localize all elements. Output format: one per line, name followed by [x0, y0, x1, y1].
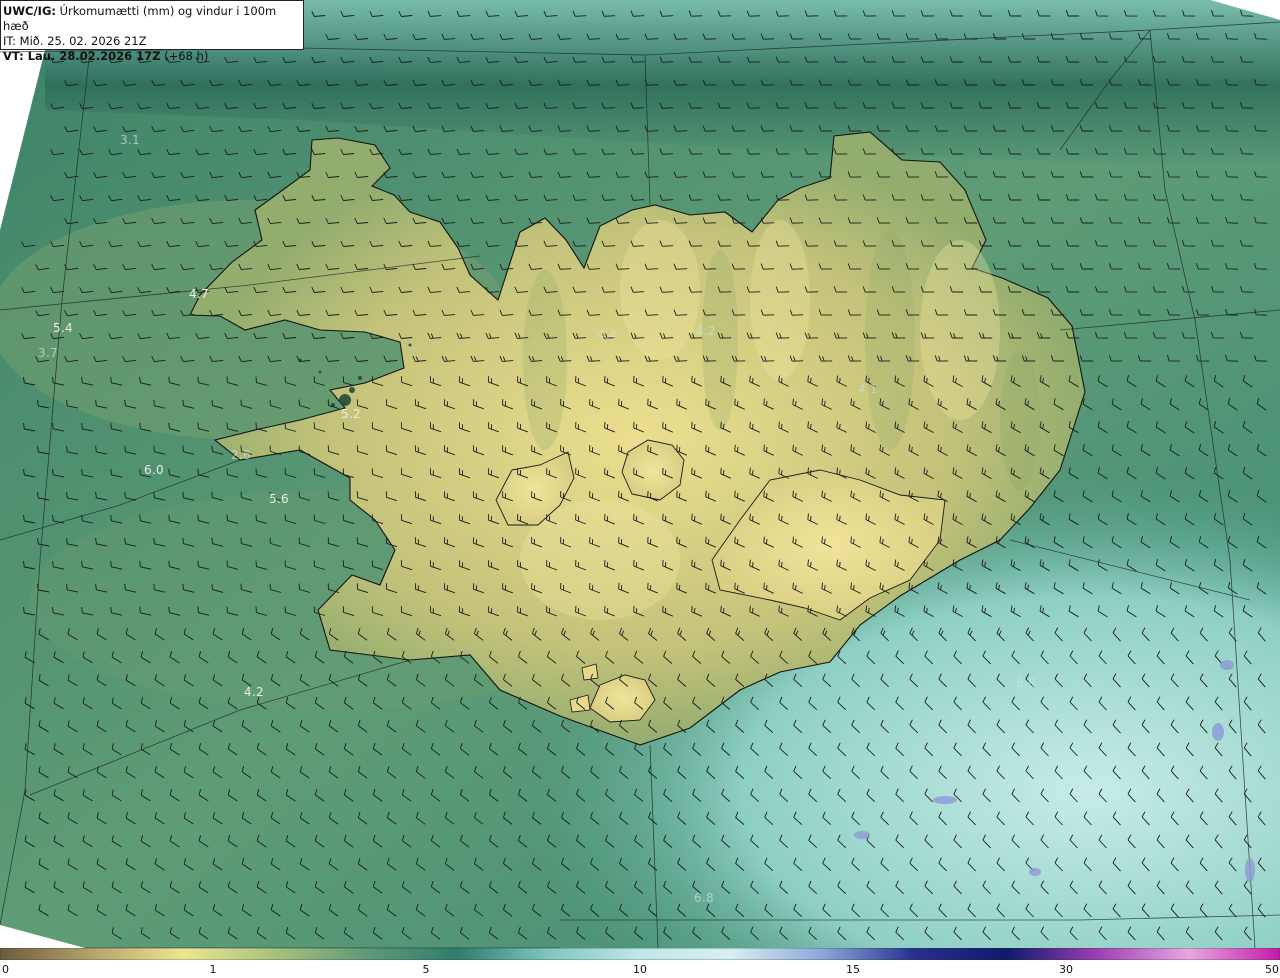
- value-label: 4.2: [696, 324, 716, 338]
- precipitation-colorbar: [0, 948, 1280, 960]
- value-label: 6.9: [1016, 676, 1036, 690]
- value-label: 6.8: [694, 891, 714, 905]
- value-label: 3.7: [38, 346, 58, 360]
- issue-time: IT: Mið. 25. 02. 2026 21Z: [3, 34, 147, 48]
- lead-time: (+68 h): [164, 49, 209, 63]
- precipitation-wind-map: [0, 0, 1280, 948]
- value-label: 4.7: [189, 287, 209, 301]
- value-label: 4.2: [244, 685, 264, 699]
- value-label: 5.4: [53, 321, 73, 335]
- title-line: UWC/IG: Úrkomumætti (mm) og vindur i 100…: [3, 4, 303, 34]
- value-label: 6.0: [144, 463, 164, 477]
- colorbar-tick: 50: [1265, 963, 1279, 976]
- value-label: 5.2: [341, 407, 361, 421]
- colorbar-tick: 10: [633, 963, 647, 976]
- map-title-box: UWC/IG: Úrkomumætti (mm) og vindur i 100…: [0, 0, 304, 63]
- colorbar-tick: 30: [1059, 963, 1073, 976]
- valid-time: VT: Lau. 28.02.2026 17Z: [3, 49, 161, 63]
- colorbar-tick: 5: [422, 963, 430, 976]
- valid-time-line: VT: Lau. 28.02.2026 17Z (+68 h): [3, 49, 303, 64]
- value-label: 7.0: [1078, 789, 1098, 803]
- value-label: 4.1: [858, 382, 878, 396]
- colorbar-tick: 0: [2, 963, 9, 976]
- value-label: 2.6: [231, 448, 251, 462]
- colorbar-tick: 1: [209, 963, 217, 976]
- colorbar-tick: 15: [846, 963, 860, 976]
- value-label: 3.1: [120, 133, 140, 147]
- value-label: 4.4: [597, 328, 617, 342]
- value-label: 5.6: [269, 492, 289, 506]
- model-label: UWC/IG:: [3, 4, 56, 18]
